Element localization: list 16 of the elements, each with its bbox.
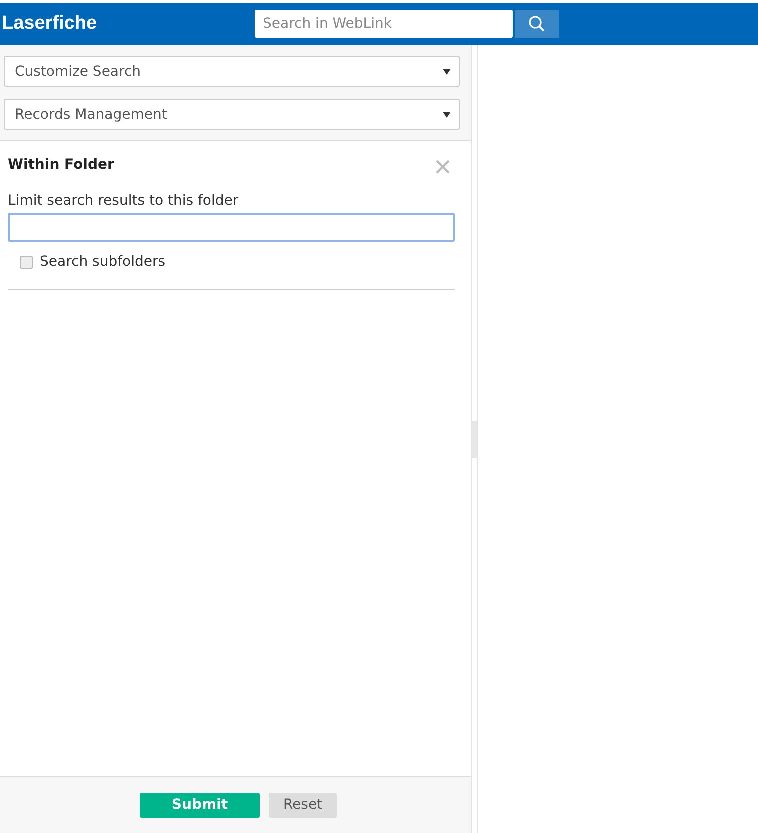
field-label: Limit search results to this folder xyxy=(8,193,240,209)
caret-icon xyxy=(443,112,451,118)
search-button[interactable] xyxy=(515,10,559,38)
section-title: Within Folder xyxy=(8,157,114,173)
checkbox[interactable] xyxy=(20,256,33,268)
close-icon[interactable] xyxy=(435,159,451,175)
logo[interactable]: Laserfiche xyxy=(2,13,255,35)
dropdown[interactable]: Customize Search xyxy=(4,56,460,87)
checkbox-label: Search subfolders xyxy=(40,254,166,270)
search-icon xyxy=(528,15,546,33)
dropdown[interactable]: Records Management xyxy=(4,99,460,130)
resize-handle[interactable] xyxy=(472,420,477,458)
reset-button[interactable]: Reset xyxy=(269,792,337,818)
caret-icon xyxy=(443,68,451,74)
folder-input-field[interactable] xyxy=(8,213,455,242)
search-field[interactable]: Search in WebLink xyxy=(255,10,513,38)
